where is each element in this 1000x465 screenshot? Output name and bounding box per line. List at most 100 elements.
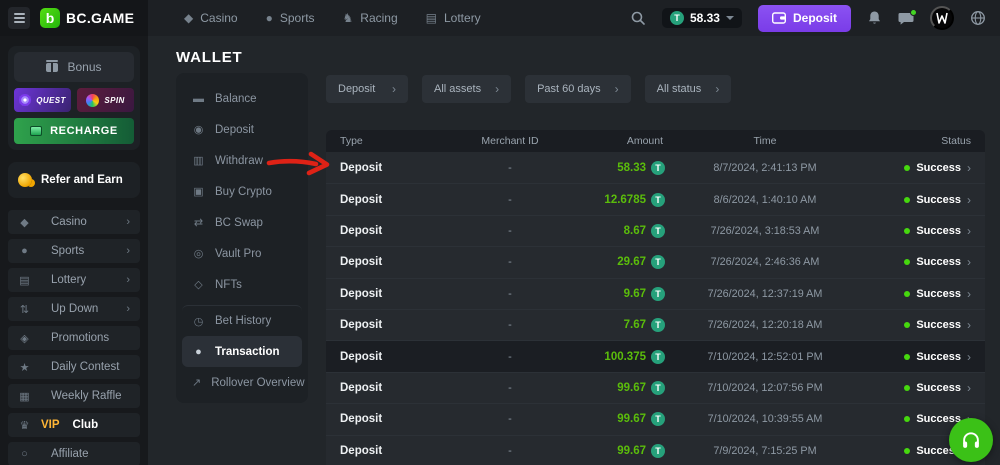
- wallet-nav-item[interactable]: ● Transaction: [182, 336, 302, 367]
- sidebar-menu-item[interactable]: ♛ VIP Club ›: [8, 413, 140, 437]
- wallet-nav-item[interactable]: ◉ Deposit: [182, 114, 302, 145]
- topnav-item-icon: ♞: [343, 11, 354, 25]
- topnav-item[interactable]: ● Sports: [266, 11, 315, 25]
- sidebar-item-icon: ◆: [18, 216, 31, 229]
- amount-value: 58.33: [617, 162, 646, 174]
- cell-merchant-id: -: [455, 225, 565, 237]
- chevron-down-icon: [726, 16, 734, 20]
- headphones-icon: [960, 429, 982, 451]
- support-button[interactable]: [949, 418, 993, 462]
- search-icon[interactable]: [630, 10, 646, 26]
- wallet-nav-item[interactable]: ↗ Rollover Overview: [182, 367, 302, 398]
- refer-and-earn-button[interactable]: Refer and Earn: [8, 162, 140, 198]
- hamburger-menu-button[interactable]: [8, 7, 30, 29]
- gift-icon: [46, 63, 58, 72]
- amount-value: 99.67: [617, 445, 646, 457]
- cell-status: Success ›: [865, 381, 971, 395]
- sidebar-menu: ◆ Casino › ● Sports › ▤ L: [8, 210, 140, 465]
- cell-time: 7/26/2024, 12:20:18 AM: [665, 319, 865, 331]
- col-status: Status: [865, 135, 971, 147]
- transaction-section: Deposit All assets Past 60 days: [326, 75, 985, 465]
- sidebar-menu-item[interactable]: ◈ Promotions ›: [8, 326, 140, 350]
- sidebar-menu-item[interactable]: ▤ Lottery ›: [8, 268, 140, 292]
- quest-button[interactable]: QUEST: [14, 88, 71, 112]
- avatar[interactable]: [930, 6, 954, 30]
- table-row[interactable]: Deposit - 12.6785 T 8/6/2024, 1:40:10 AM…: [326, 183, 985, 214]
- wallet-nav-item[interactable]: ▬ Balance: [182, 83, 302, 114]
- table-row[interactable]: Deposit - 100.375 T 7/10/2024, 12:52:01 …: [326, 340, 985, 371]
- status-label: Success: [916, 413, 961, 425]
- chevron-right-icon: [495, 82, 499, 96]
- filter-dropdown[interactable]: Deposit: [326, 75, 408, 103]
- bonus-button[interactable]: Bonus: [14, 52, 134, 82]
- wallet-nav-item[interactable]: ⇄ BC Swap: [182, 207, 302, 238]
- cell-status: Success ›: [865, 318, 971, 332]
- recharge-button[interactable]: RECHARGE: [14, 118, 134, 144]
- wallet-nav-item[interactable]: ◷ Bet History: [182, 305, 302, 336]
- cell-amount: 99.67 T: [565, 412, 665, 426]
- table-row[interactable]: Deposit - 29.67 T 7/26/2024, 2:46:36 AM …: [326, 246, 985, 277]
- language-globe-icon[interactable]: [970, 10, 986, 26]
- success-dot-icon: [904, 322, 910, 328]
- brand-logo[interactable]: b BC.GAME: [40, 8, 134, 28]
- success-dot-icon: [904, 197, 910, 203]
- table-row[interactable]: Deposit - 99.67 T 7/9/2024, 7:15:25 PM S…: [326, 435, 985, 465]
- sidebar-menu-item[interactable]: ★ Daily Contest ›: [8, 355, 140, 379]
- deposit-button-label: Deposit: [793, 11, 837, 25]
- topnav-item[interactable]: ♞ Racing: [343, 11, 398, 25]
- chevron-right-icon: [715, 82, 719, 96]
- table-row[interactable]: Deposit - 7.67 T 7/26/2024, 12:20:18 AM …: [326, 309, 985, 340]
- top-navigation: ◆ Casino ● Sports ♞ Racing ▤ Lottery: [184, 11, 481, 25]
- topnav-item[interactable]: ◆ Casino: [184, 11, 238, 25]
- tether-coin-icon: T: [651, 350, 665, 364]
- sidebar-menu-item[interactable]: ◆ Casino ›: [8, 210, 140, 234]
- sidebar-item-label: Club: [73, 419, 99, 431]
- success-dot-icon: [904, 416, 910, 422]
- wallet-nav-item[interactable]: ◇ NFTs: [182, 269, 302, 300]
- wallet-nav-item[interactable]: ◎ Vault Pro: [182, 238, 302, 269]
- filter-dropdown[interactable]: Past 60 days: [525, 75, 631, 103]
- recharge-label: RECHARGE: [50, 125, 118, 137]
- tether-coin-icon: T: [651, 161, 665, 175]
- filter-dropdown[interactable]: All assets: [422, 75, 511, 103]
- sidebar-menu-item[interactable]: ▦ Weekly Raffle ›: [8, 384, 140, 408]
- wallet-nav-label: NFTs: [215, 279, 242, 291]
- sidebar-menu-item[interactable]: ● Sports ›: [8, 239, 140, 263]
- quest-label: QUEST: [36, 96, 66, 105]
- table-row[interactable]: Deposit - 58.33 T 8/7/2024, 2:41:13 PM S…: [326, 152, 985, 183]
- col-merchant-id: Merchant ID: [455, 135, 565, 147]
- cell-merchant-id: -: [455, 162, 565, 174]
- wallet-nav-item[interactable]: ▥ Withdraw: [182, 145, 302, 176]
- success-dot-icon: [904, 259, 910, 265]
- wallet-nav-icon: ▣: [192, 185, 205, 198]
- cell-status: Success ›: [865, 287, 971, 301]
- cell-amount: 99.67 T: [565, 381, 665, 395]
- spin-button[interactable]: SPIN: [77, 88, 134, 112]
- success-dot-icon: [904, 354, 910, 360]
- wallet-nav-label: Vault Pro: [215, 248, 261, 260]
- filter-bar: Deposit All assets Past 60 days: [326, 75, 985, 103]
- app: b BC.GAME ◆ Casino ● Sports ♞ Racing: [0, 0, 1000, 465]
- sidebar-menu-item[interactable]: ⇅ Up Down ›: [8, 297, 140, 321]
- cell-status: Success ›: [865, 193, 971, 207]
- cell-type: Deposit: [340, 225, 455, 237]
- notifications-bell-icon[interactable]: [867, 10, 882, 26]
- wallet-nav-label: Balance: [215, 93, 257, 105]
- col-type: Type: [340, 135, 455, 147]
- table-row[interactable]: Deposit - 8.67 T 7/26/2024, 3:18:53 AM S…: [326, 215, 985, 246]
- balance-selector[interactable]: T 58.33: [662, 8, 742, 28]
- topnav-item[interactable]: ▤ Lottery: [426, 11, 481, 25]
- sidebar-menu-item[interactable]: ○ Affiliate ›: [8, 442, 140, 465]
- spin-label: SPIN: [104, 96, 124, 105]
- tether-coin-icon: T: [651, 287, 665, 301]
- table-row[interactable]: Deposit - 99.67 T 7/10/2024, 12:07:56 PM…: [326, 372, 985, 403]
- filter-dropdown[interactable]: All status: [645, 75, 732, 103]
- table-row[interactable]: Deposit - 9.67 T 7/26/2024, 12:37:19 AM …: [326, 278, 985, 309]
- wallet-nav-item[interactable]: ▣ Buy Crypto: [182, 176, 302, 207]
- table-row[interactable]: Deposit - 99.67 T 7/10/2024, 10:39:55 AM…: [326, 403, 985, 434]
- cell-status: Success ›: [865, 255, 971, 269]
- sidebar-item-icon: ○: [18, 448, 31, 460]
- chat-icon[interactable]: [898, 11, 914, 26]
- deposit-button[interactable]: Deposit: [758, 5, 851, 32]
- status-label: Success: [916, 319, 961, 331]
